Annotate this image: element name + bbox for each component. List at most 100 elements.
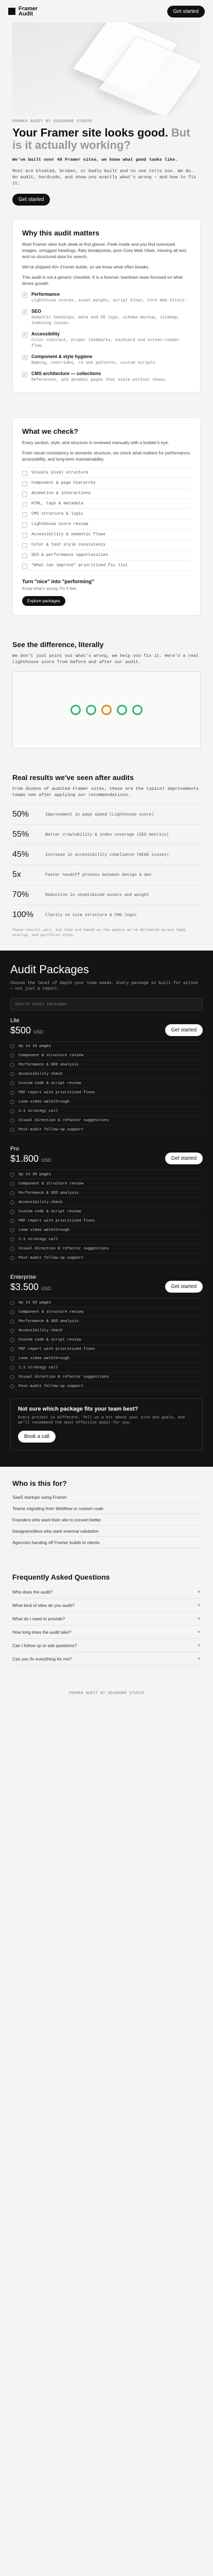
faq-item[interactable]: Can I follow up or ask questions? +: [12, 1639, 201, 1652]
feature-dot-icon: [10, 1081, 14, 1086]
check-list-item: Visuals pixel structure: [22, 468, 191, 478]
book-call-button[interactable]: Book a call: [18, 1431, 56, 1443]
plan-feature-label: Post-audit follow-up support: [19, 1384, 84, 1388]
feature-desc: Color contrast, proper landmarks, keyboa…: [31, 338, 180, 348]
feature-dot-icon: [10, 1246, 14, 1251]
plan-feature: Up to 10 pages: [10, 1042, 203, 1051]
packages-sub: Choose the level of depth your team need…: [10, 981, 198, 991]
difference-desc: We don't just point out what's wrong, we…: [12, 653, 199, 665]
stat-row: 70% Reduction in unoptimized assets and w…: [12, 885, 201, 905]
plan-feature-label: Custom code & script review: [19, 1081, 81, 1086]
plan-feature-list: Up to 50 pages Component & structure rev…: [10, 1298, 203, 1391]
faq-question: How long does the audit take?: [12, 1629, 72, 1635]
plan-feature: PDF report with prioritized fixes: [10, 1216, 203, 1226]
lighthouse-screenshot: [12, 671, 201, 749]
feature-desc: Semantic headings, meta and OG tags, sch…: [31, 315, 180, 326]
feature-dot-icon: [10, 1109, 14, 1113]
who-title: Who is this for?: [12, 1479, 67, 1487]
logo-mark: [8, 8, 15, 15]
check-item-label: Visuals pixel structure: [31, 470, 88, 475]
hero-description: Most are bloated, broken, or badly built…: [12, 168, 197, 186]
checkbox-icon: [22, 512, 27, 517]
faq-item[interactable]: What kind of sites do you audit? +: [12, 1599, 201, 1612]
stat-label: Increase in accessibility compliance (WC…: [45, 852, 169, 857]
checkbox-icon: [22, 522, 27, 528]
score-ring-icon: [70, 705, 81, 715]
checkbox-icon: [22, 532, 27, 538]
faq-item[interactable]: Who does the audit? +: [12, 1585, 201, 1599]
plan-feature: Visual direction & refactor suggestions: [10, 1244, 203, 1253]
logo[interactable]: Framer Audit: [8, 6, 38, 17]
plan-feature-label: Loom video walkthrough: [19, 1356, 70, 1361]
plan-feature: Up to 50 pages: [10, 1298, 203, 1308]
faq-title: Frequently Asked Questions: [12, 1573, 110, 1581]
plan-price: $500 USD: [10, 1025, 43, 1036]
plan-header: Lite $500 USD Get started: [10, 1018, 203, 1036]
hero-cta-button[interactable]: Get started: [12, 194, 50, 206]
check-list-item: Accessibility & semantic flows: [22, 530, 191, 540]
plan-feature: 1:1 strategy call: [10, 1363, 203, 1372]
check-list-item: Animation & interactions: [22, 488, 191, 499]
stat-number: 50%: [12, 810, 29, 819]
help-title: Not sure which package fits your team be…: [18, 1406, 138, 1412]
who-item: Founders who want their site to convert …: [12, 1514, 201, 1526]
plan-feature-label: PDF report with prioritized fixes: [19, 1347, 95, 1351]
results-note: These results vary, but they are based o…: [12, 928, 188, 938]
help-desc: Every project is different. Tell us a bi…: [18, 1416, 185, 1425]
plan-feature: Performance & SEO analysis: [10, 1189, 203, 1198]
faq-item[interactable]: Can you fix everything for me? +: [12, 1652, 201, 1666]
plan-feature: Component & structure review: [10, 1308, 203, 1317]
difference-title: See the difference, literally: [12, 640, 104, 649]
stat-label: Reduction in unoptimized assets and weig…: [45, 892, 149, 897]
plan-price-value: $500: [10, 1025, 31, 1036]
plan-feature-label: Accessibility check: [19, 1328, 63, 1333]
plan-cta-button[interactable]: Get started: [165, 1024, 203, 1036]
plus-icon: +: [197, 1629, 201, 1635]
feature-dot-icon: [10, 1300, 14, 1305]
faq-item[interactable]: What do I need to provide? +: [12, 1612, 201, 1625]
plan-feature: Accessibility check: [10, 1198, 203, 1207]
nav-cta-button[interactable]: Get started: [167, 5, 205, 18]
plan-feature: Visual direction & refactor suggestions: [10, 1116, 203, 1125]
who-item: SaaS startups using Framer: [12, 1492, 201, 1503]
footer: FRAMER AUDIT BY SEASHORE STUDIO: [69, 1691, 144, 1696]
plan-enterprise: Enterprise $3.500 USD Get started Up to …: [10, 1274, 203, 1391]
check-list-item: SEO & performance opportunities: [22, 550, 191, 561]
plan-feature-label: Loom video walkthrough: [19, 1228, 70, 1232]
check-item-label: Color & text style consistency: [31, 543, 106, 547]
faq-item[interactable]: How long does the audit take? +: [12, 1625, 201, 1639]
who-item: Agencies handing off Framer builds to cl…: [12, 1537, 201, 1548]
check-item-label: SEO & performance opportunities: [31, 553, 108, 557]
feature-dot-icon: [10, 1118, 14, 1123]
explore-packages-button[interactable]: Explore packages: [22, 596, 65, 606]
plan-cta-button[interactable]: Get started: [165, 1281, 203, 1293]
check-item-label: Animation & interactions: [31, 491, 91, 496]
check-list-item: Component & page hierarchy: [22, 478, 191, 488]
check-list-item: "What can improve" prioritized fix list: [22, 561, 191, 571]
plan-feature: Accessibility check: [10, 1070, 203, 1079]
check-list-item: Lighthouse score review: [22, 519, 191, 530]
plan-feature: Accessibility check: [10, 1326, 203, 1335]
packages-search-input[interactable]: Search audit packages: [10, 998, 203, 1010]
plan-feature: Loom video walkthrough: [10, 1097, 203, 1107]
check-list-item: CMS structure & logic: [22, 509, 191, 519]
plus-icon: +: [197, 1655, 201, 1662]
feature-title: Accessibility: [31, 331, 60, 336]
score-ring-icon: [86, 705, 96, 715]
stat-row: 50% Improvement in page speed (Lighthouse…: [12, 804, 201, 824]
plan-feature: PDF report with prioritized fixes: [10, 1088, 203, 1097]
check-list-item: HTML, tags & metadata: [22, 499, 191, 509]
plan-feature-label: PDF report with prioritized fixes: [19, 1218, 95, 1223]
plan-feature: Post-audit follow-up support: [10, 1125, 203, 1134]
feature-dot-icon: [10, 1209, 14, 1214]
check-panel: What we check? Every section, style, and…: [12, 417, 201, 616]
feature-desc: Lighthouse scores, asset weight, script …: [31, 298, 187, 303]
feature-dot-icon: [10, 1237, 14, 1242]
hero-eyebrow: FRAMER AUDIT BY SEASHORE STUDIO: [12, 120, 93, 124]
plan-feature: Component & structure review: [10, 1179, 203, 1189]
plan-cta-button[interactable]: Get started: [165, 1153, 203, 1164]
checkbox-icon: [22, 491, 27, 497]
score-ring-icon: [117, 705, 127, 715]
check-icon: ✓: [22, 310, 27, 315]
feature-dot-icon: [10, 1062, 14, 1067]
